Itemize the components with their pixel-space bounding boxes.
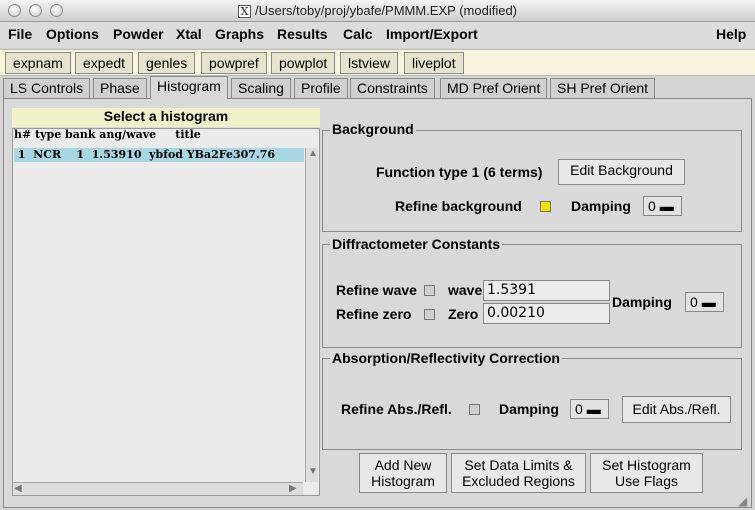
tab-sh-pref-orient[interactable]: SH Pref Orient <box>550 78 656 98</box>
tab-ls-controls[interactable]: LS Controls <box>3 78 91 98</box>
tab-constraints[interactable]: Constraints <box>350 78 435 98</box>
tab-phase[interactable]: Phase <box>93 78 147 98</box>
menu-calc[interactable]: Calc <box>343 26 373 42</box>
refine-abs-checkbox[interactable] <box>469 404 480 415</box>
menu-file[interactable]: File <box>8 26 32 42</box>
edit-abs-refl-button[interactable]: Edit Abs./Refl. <box>622 396 731 423</box>
refine-background-checkbox[interactable] <box>540 201 551 212</box>
menu-indicator-icon: ▬ <box>659 198 674 214</box>
set-data-limits-button[interactable]: Set Data Limits & Excluded Regions <box>451 453 586 493</box>
x11-icon: X <box>237 5 251 18</box>
menu-graphs[interactable]: Graphs <box>215 26 264 42</box>
window-title: X/Users/toby/proj/ybafe/PMMM.EXP (modifi… <box>0 3 755 18</box>
set-data-limits-label-1: Set Data Limits & <box>464 457 573 473</box>
histogram-list-vscroll[interactable]: ▲ ▼ <box>305 148 318 482</box>
expnam-button[interactable]: expnam <box>5 52 71 74</box>
absorption-title: Absorption/Reflectivity Correction <box>330 350 562 366</box>
background-damping-value: 0 <box>648 198 656 214</box>
powplot-button[interactable]: powplot <box>271 52 336 74</box>
menu-bar: File Options Powder Xtal Graphs Results … <box>0 22 755 48</box>
refine-zero-checkbox[interactable] <box>424 309 435 320</box>
menu-xtal[interactable]: Xtal <box>176 26 202 42</box>
zero-field[interactable]: 0.00210 <box>483 303 610 324</box>
histogram-list-header: Select a histogram <box>12 108 320 127</box>
histogram-list[interactable] <box>12 128 320 496</box>
lstview-button[interactable]: lstview <box>340 52 399 74</box>
histogram-row[interactable]: 1 NCR 1 1.53910 ybfod YBa2Fe307.76 <box>14 148 304 162</box>
absorption-damping-menu[interactable]: 0 ▬ <box>570 399 609 419</box>
menu-import-export[interactable]: Import/Export <box>386 26 478 42</box>
background-title: Background <box>330 121 416 137</box>
refine-zero-label: Refine zero <box>336 306 412 322</box>
resize-grip-icon[interactable]: ◢ <box>738 494 747 508</box>
diffractometer-damping-value: 0 <box>690 294 698 310</box>
expedt-button[interactable]: expedt <box>75 52 134 74</box>
scroll-up-icon[interactable]: ▲ <box>308 148 318 159</box>
function-type-label: Function type 1 (6 terms) <box>376 164 543 180</box>
diffractometer-damping-label: Damping <box>612 294 672 310</box>
genles-button[interactable]: genles <box>138 52 196 74</box>
scroll-down-icon[interactable]: ▼ <box>308 466 318 477</box>
refine-background-label: Refine background <box>395 198 522 214</box>
refine-abs-label: Refine Abs./Refl. <box>341 401 452 417</box>
histogram-list-columns: h# type bank ang/wave title <box>14 128 201 141</box>
scroll-left-icon[interactable]: ◀ <box>14 483 22 494</box>
set-histogram-flags-label-2: Use Flags <box>614 473 679 489</box>
background-damping-label: Damping <box>571 198 631 214</box>
tab-md-pref-orient[interactable]: MD Pref Orient <box>440 78 548 98</box>
window-title-text: /Users/toby/proj/ybafe/PMMM.EXP (modifie… <box>254 3 517 18</box>
zero-label: Zero <box>448 306 479 322</box>
menu-powder[interactable]: Powder <box>113 26 164 42</box>
scroll-right-icon[interactable]: ▶ <box>289 483 297 494</box>
add-new-histogram-button[interactable]: Add New Histogram <box>359 453 447 493</box>
set-data-limits-label-2: Excluded Regions <box>462 473 575 489</box>
set-histogram-flags-label-1: Set Histogram <box>602 457 691 473</box>
menu-results[interactable]: Results <box>277 26 328 42</box>
absorption-damping-label: Damping <box>499 401 559 417</box>
set-histogram-flags-button[interactable]: Set Histogram Use Flags <box>590 453 703 493</box>
title-bar: X/Users/toby/proj/ybafe/PMMM.EXP (modifi… <box>0 0 755 22</box>
edit-background-button[interactable]: Edit Background <box>558 159 685 185</box>
powpref-button[interactable]: powpref <box>201 52 267 74</box>
tab-scaling[interactable]: Scaling <box>231 78 291 98</box>
menu-options[interactable]: Options <box>46 26 99 42</box>
menu-indicator-icon: ▬ <box>586 401 601 417</box>
add-new-label-2: Histogram <box>371 473 435 489</box>
tab-histogram[interactable]: Histogram <box>150 76 228 99</box>
refine-wave-checkbox[interactable] <box>424 285 435 296</box>
tab-profile[interactable]: Profile <box>294 78 348 98</box>
diffractometer-title: Diffractometer Constants <box>330 236 503 252</box>
diffractometer-damping-menu[interactable]: 0 ▬ <box>685 292 724 312</box>
toolbar: expnam expedt genles powpref powplot lst… <box>0 49 755 76</box>
absorption-damping-value: 0 <box>575 401 583 417</box>
liveplot-button[interactable]: liveplot <box>404 52 464 74</box>
refine-wave-label: Refine wave <box>336 282 417 298</box>
wave-field[interactable]: 1.5391 <box>483 280 610 301</box>
menu-indicator-icon: ▬ <box>701 294 716 310</box>
background-damping-menu[interactable]: 0 ▬ <box>643 196 682 216</box>
histogram-list-hscroll[interactable]: ◀ ▶ <box>13 482 303 495</box>
add-new-label-1: Add New <box>374 457 432 473</box>
menu-help[interactable]: Help <box>716 26 746 42</box>
wave-label: wave <box>448 282 483 298</box>
